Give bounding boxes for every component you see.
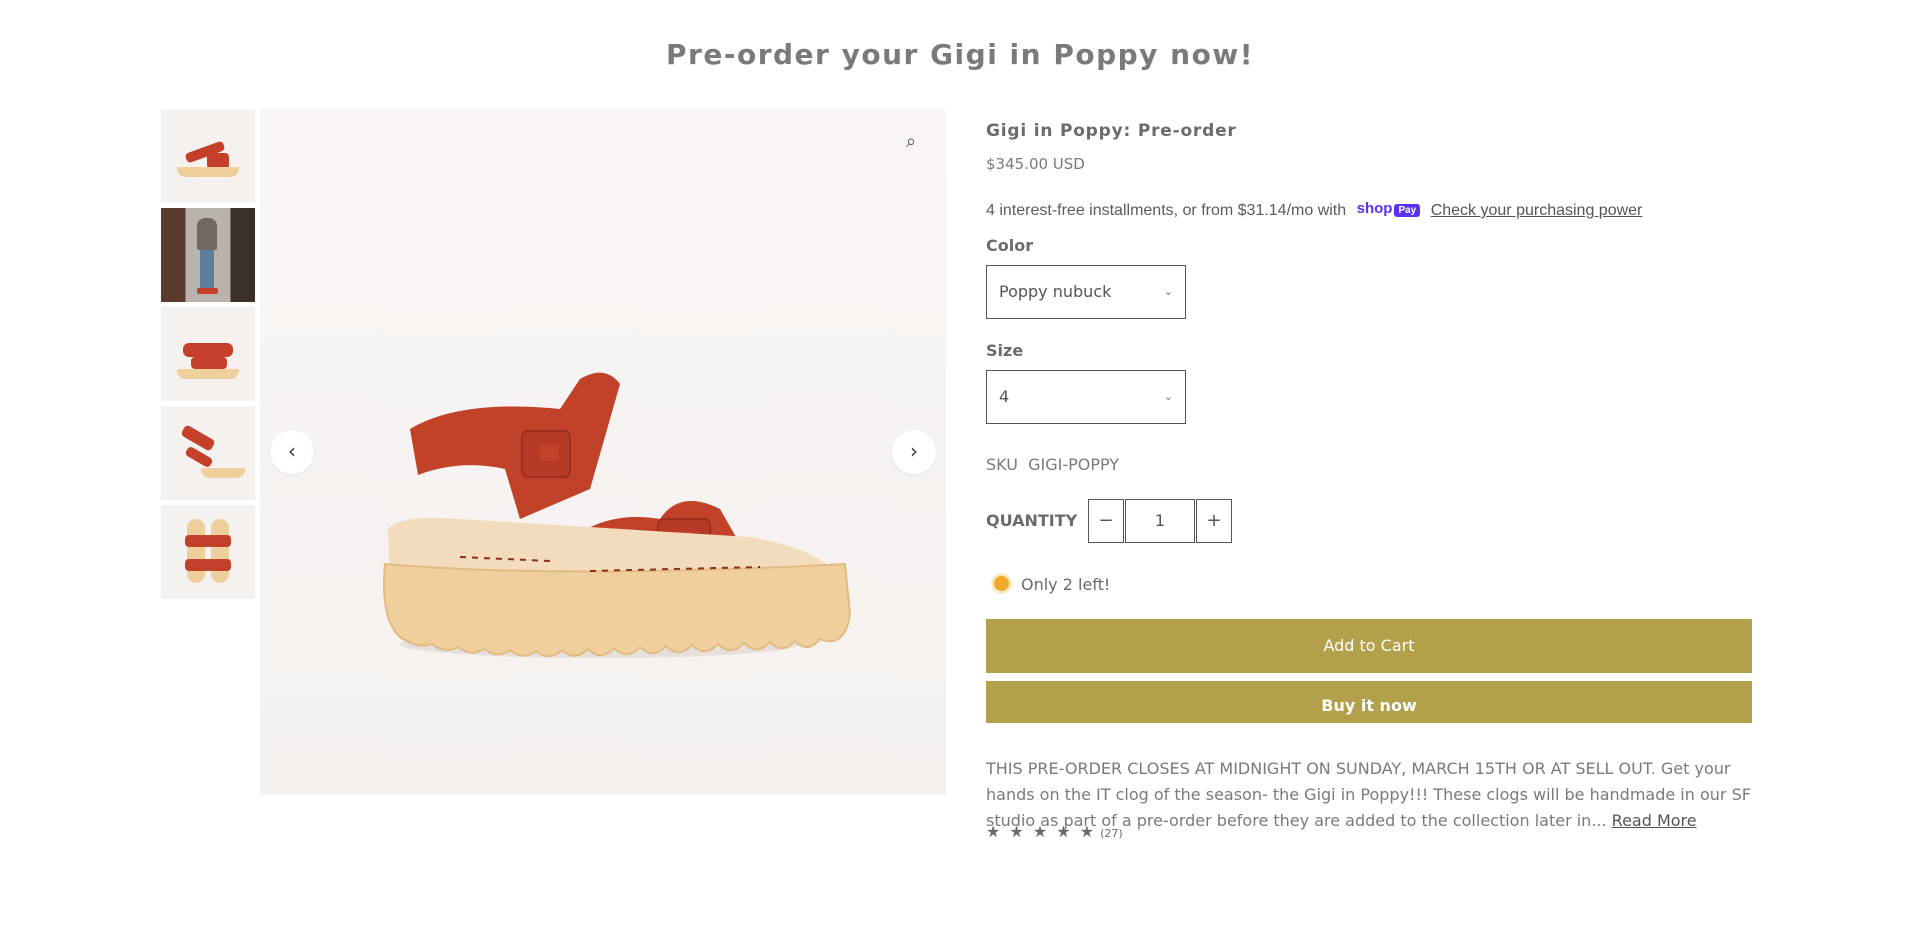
quantity-increase-button[interactable]: + xyxy=(1196,499,1232,543)
quantity-label: QUANTITY xyxy=(986,511,1078,530)
shop-pay-logo: shop Pay xyxy=(1357,200,1421,218)
thumbnail-sole xyxy=(201,468,245,478)
quantity-stepper: − 1 + xyxy=(1088,499,1232,543)
thumbnail-strap xyxy=(185,535,231,547)
color-label: Color xyxy=(986,236,1034,255)
thumbnail-list xyxy=(161,109,255,604)
review-count: (27) xyxy=(1100,827,1123,840)
sandal-buckle-back-pin xyxy=(540,445,558,461)
thumbnail-1[interactable] xyxy=(161,109,255,203)
chevron-left-icon[interactable]: ‹ xyxy=(270,430,314,474)
product-main-image[interactable]: ⌕ ‹ › xyxy=(260,109,946,795)
thumbnail-3[interactable] xyxy=(161,307,255,401)
thumbnail-sole xyxy=(187,519,205,583)
buy-now-button[interactable]: Buy it now xyxy=(986,681,1752,723)
color-select[interactable]: Poppy nubuck ⌄ xyxy=(986,265,1186,319)
chevron-down-icon: ⌄ xyxy=(1163,285,1173,298)
sandal-platform-sole xyxy=(383,562,852,658)
page-banner-title: Pre-order your Gigi in Poppy now! xyxy=(666,38,1254,71)
chevron-right-icon[interactable]: › xyxy=(892,430,936,474)
size-select[interactable]: 4 ⌄ xyxy=(986,370,1186,424)
sandal-heel-strap xyxy=(410,372,620,519)
product-price: $345.00 USD xyxy=(986,155,1085,173)
stock-status: Only 2 left! xyxy=(986,575,1110,594)
sandal-image xyxy=(383,372,852,658)
chevron-down-icon: ⌄ xyxy=(1163,390,1173,403)
thumbnail-sole xyxy=(177,167,239,177)
thumbnail-strap xyxy=(183,343,233,357)
product-info: Gigi in Poppy: Pre-order $345.00 USD 4 i… xyxy=(986,109,1752,841)
sku: SKU GIGI-POPPY xyxy=(986,455,1119,474)
thumbnail-person xyxy=(197,218,217,250)
thumbnail-4[interactable] xyxy=(161,406,255,500)
color-select-value: Poppy nubuck xyxy=(999,282,1112,301)
read-more-link[interactable]: Read More xyxy=(1612,811,1697,830)
sku-label: SKU xyxy=(986,455,1018,474)
thumbnail-strap xyxy=(185,559,231,571)
thumbnail-strap xyxy=(191,357,227,369)
size-label: Size xyxy=(986,341,1024,360)
size-select-value: 4 xyxy=(999,387,1010,406)
thumbnail-person-legs xyxy=(200,250,214,288)
product-title: Gigi in Poppy: Pre-order xyxy=(986,121,1237,141)
thumbnail-2[interactable] xyxy=(161,208,255,302)
star-rating-icons: ★ ★ ★ ★ ★ xyxy=(986,822,1097,841)
thumbnail-5[interactable] xyxy=(161,505,255,599)
add-to-cart-button[interactable]: Add to Cart xyxy=(986,619,1752,673)
thumbnail-shoe xyxy=(197,288,218,294)
quantity-decrease-button[interactable]: − xyxy=(1088,499,1124,543)
zoom-icon[interactable]: ⌕ xyxy=(898,129,924,155)
thumbnail-sole xyxy=(177,369,239,379)
shop-pay-logo-shop: shop xyxy=(1356,200,1393,217)
sku-value: GIGI-POPPY xyxy=(1028,455,1120,474)
purchasing-power-link[interactable]: Check your purchasing power xyxy=(1431,202,1643,219)
stock-dot-icon xyxy=(994,576,1009,591)
shop-pay-logo-pay: Pay xyxy=(1394,204,1421,217)
installments-message: 4 interest-free installments, or from $3… xyxy=(986,200,1643,220)
stock-text: Only 2 left! xyxy=(1021,575,1111,594)
installments-text: 4 interest-free installments, or from $3… xyxy=(986,202,1347,220)
quantity-input[interactable]: 1 xyxy=(1125,499,1195,543)
rating[interactable]: ★ ★ ★ ★ ★ (27) xyxy=(986,822,1123,841)
thumbnail-strap xyxy=(180,424,216,452)
thumbnail-sole xyxy=(211,519,229,583)
